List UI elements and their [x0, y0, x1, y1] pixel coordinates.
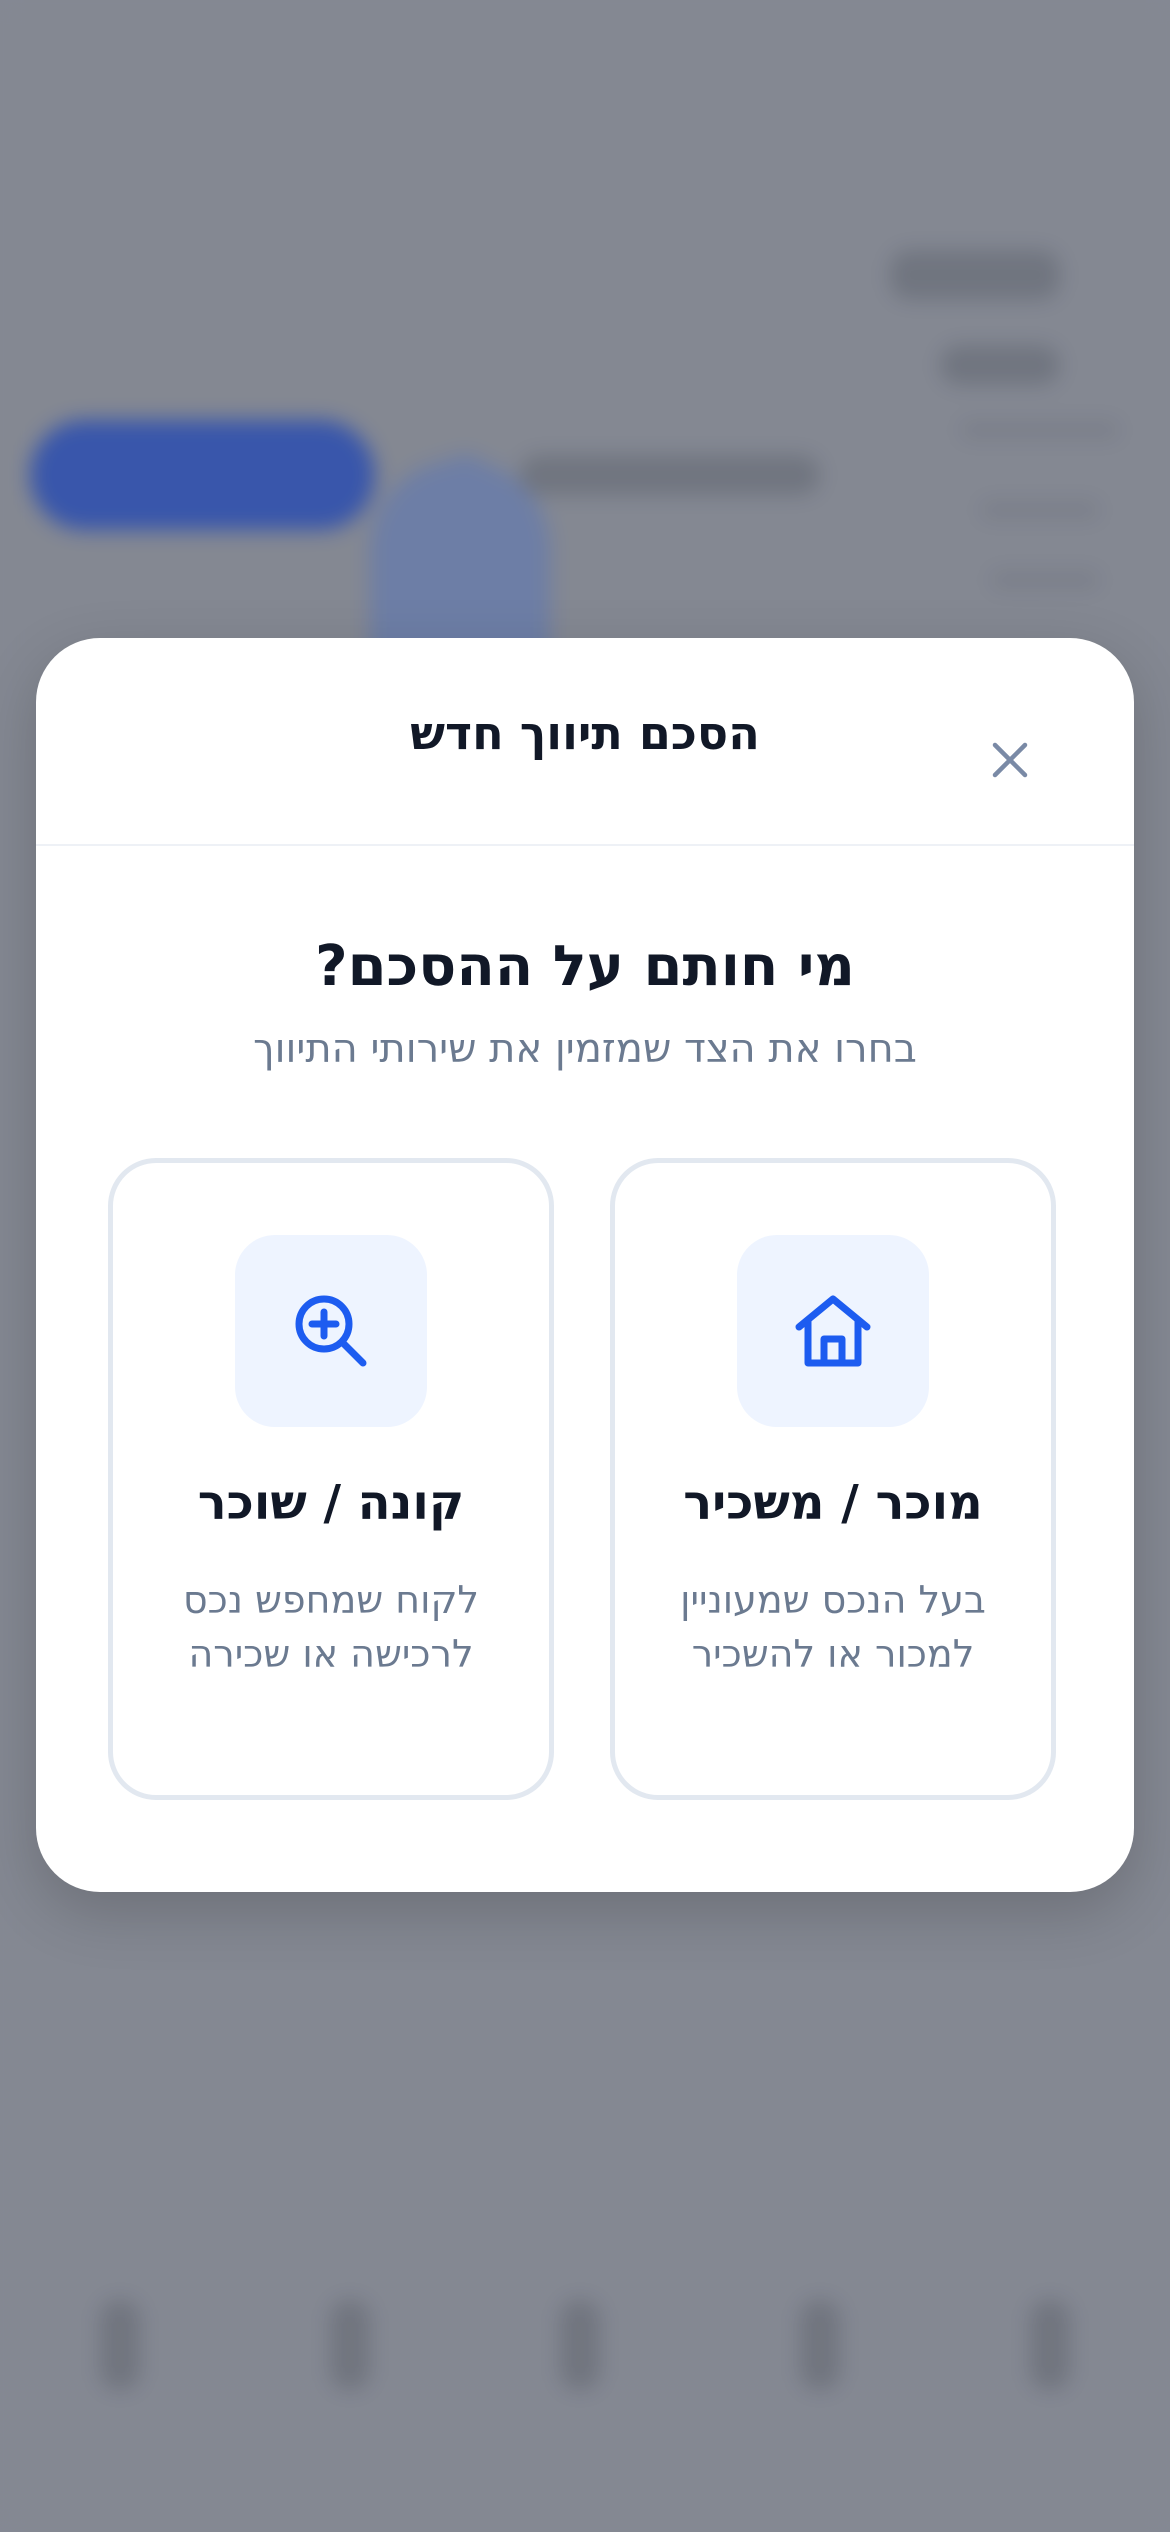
close-icon: [992, 742, 1028, 778]
option-description: בעל הנכס שמעוניין למכור או להשכיר: [680, 1578, 986, 1676]
option-icon-box: [737, 1235, 929, 1427]
option-buyer-card[interactable]: קונה / שוכר לקוח שמחפש נכס לרכישה או שכי…: [108, 1158, 554, 1800]
modal-header: הסכם תיווך חדש: [36, 638, 1134, 846]
option-title: מוכר / משכיר: [683, 1475, 983, 1531]
option-title: קונה / שוכר: [197, 1475, 465, 1531]
new-agreement-modal: הסכם תיווך חדש מי חותם על ההסכם? בחרו את…: [36, 638, 1134, 1892]
option-seller-card[interactable]: מוכר / משכיר בעל הנכס שמעוניין למכור או …: [610, 1158, 1056, 1800]
house-icon: [795, 1295, 871, 1367]
modal-title: הסכם תיווך חדש: [410, 706, 760, 760]
question-subtitle: בחרו את הצד שמזמין את שירותי התיווך: [253, 1026, 917, 1072]
search-plus-icon: [295, 1295, 367, 1367]
close-button[interactable]: [982, 732, 1038, 788]
question-heading: מי חותם על ההסכם?: [315, 934, 855, 999]
option-description: לקוח שמחפש נכס לרכישה או שכירה: [182, 1578, 480, 1676]
option-icon-box: [235, 1235, 427, 1427]
